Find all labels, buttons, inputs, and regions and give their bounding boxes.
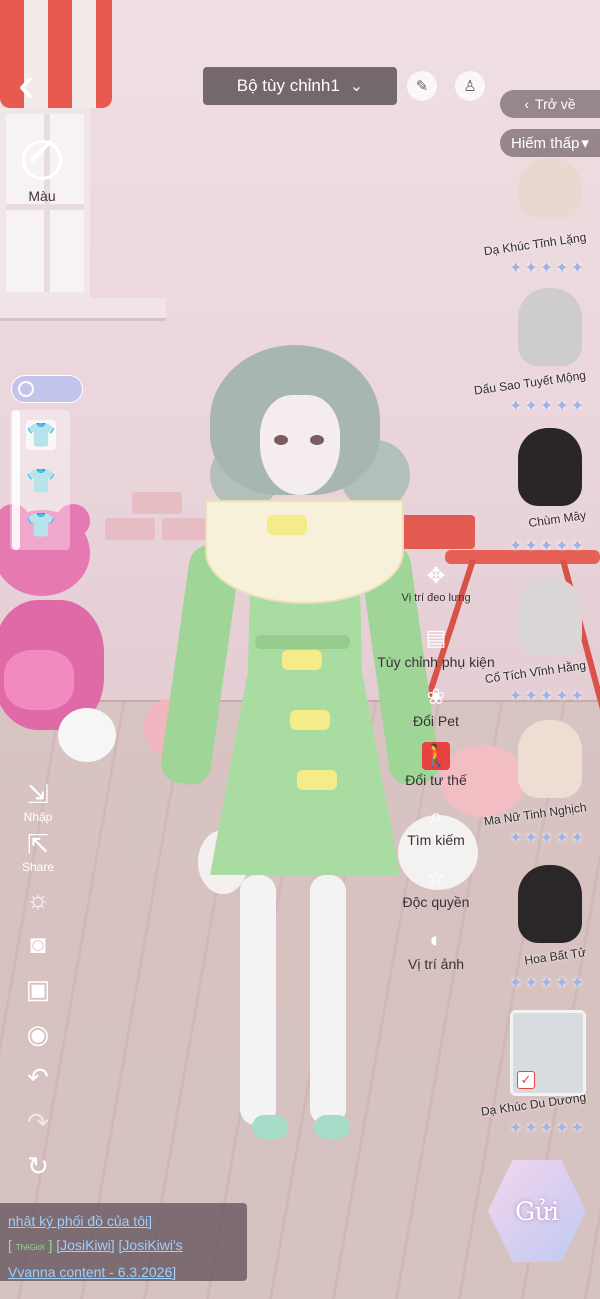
outfit-log-link[interactable]: nhật ký phối đồ của tôi] [8,1213,152,1229]
hair-item-name: Dạ Khúc Tĩnh Lặng [482,230,587,259]
accessory-icon: ▤ [425,625,447,650]
hair-thumbnail [518,720,582,798]
redo-icon: ↷ [27,1107,49,1137]
color-button[interactable]: Màu [15,140,69,220]
dress-button[interactable]: ♙ [455,71,485,101]
hair-item[interactable]: Dạ Khúc Tĩnh Lặng ✦✦✦✦✦ [470,150,600,290]
layer-track[interactable] [12,410,20,550]
paw-icon: ❀ [426,684,446,709]
layer-shirt-3-icon[interactable]: 👕 [26,510,56,540]
share-icon: ⇱ [27,829,49,859]
hair-item-name: Hoa Bất Tử [523,945,587,968]
content-link-start[interactable]: [JosiKiwi's [119,1237,183,1253]
color-label: Màu [28,188,56,204]
rarity-stars: ✦✦✦✦✦ [508,688,586,705]
chevron-left-icon: ‹ [524,96,530,112]
redo-button[interactable]: ↷ [18,1108,58,1136]
outfit-preset-label: Bộ tùy chỉnh1 [236,76,340,95]
pencil-icon: ✎ [415,78,429,95]
send-label: Gửi [514,1196,560,1226]
hair-item-name: Chùm Mây [527,508,587,531]
window-sill [0,298,166,321]
layer-shirt-2-icon[interactable]: 👕 [26,466,56,496]
hair-item-name: Ma Nữ Tinh Nghịch [482,800,587,829]
rarity-stars: ✦✦✦✦✦ [508,830,586,847]
photo-position-icon: ◐ [429,927,443,952]
checkmark-icon: ✓ [517,1071,535,1089]
reset-icon: ↻ [27,1151,49,1181]
rarity-stars: ✦✦✦✦✦ [508,975,586,992]
balloon [58,708,116,762]
search-icon [18,381,34,397]
hair-item-selected[interactable]: ✓ Dạ Khúc Du Dương ✦✦✦✦✦ [470,1010,600,1150]
search-icon: ⌕ [429,803,443,828]
hair-thumbnail [518,428,582,506]
user-link[interactable]: [JosiKiwi] [56,1237,114,1253]
display-setting-toggle[interactable] [11,375,83,403]
rarity-stars: ✦✦✦✦✦ [508,260,586,277]
share-button[interactable]: ⇱ Share [18,830,58,874]
back-button[interactable]: ‹ [18,59,58,112]
reset-button[interactable]: ↻ [18,1152,58,1180]
hair-thumbnail [518,578,582,656]
import-button[interactable]: ⇲ Nhập [18,780,58,824]
camera-icon: ◙ [30,929,46,959]
world-channel-badge: [ ThếGiới ] [8,1237,53,1253]
dress-icon: ♙ [463,78,477,95]
hair-item[interactable]: Dấu Sao Tuyết Mộng ✦✦✦✦✦ [470,288,600,428]
brightness-button[interactable]: ☼ [18,885,58,913]
hair-item[interactable]: Ma Nữ Tinh Nghịch ✦✦✦✦✦ [470,720,600,860]
hair-item[interactable]: Hoa Bất Tử ✦✦✦✦✦ [470,865,600,1005]
image-icon: ▣ [25,974,51,1004]
rarity-stars: ✦✦✦✦✦ [508,1120,586,1137]
rarity-stars: ✦✦✦✦✦ [508,398,586,415]
camera-button[interactable]: ◙ [18,930,58,958]
hair-thumbnail [518,288,582,366]
palette-icon [22,140,62,180]
hair-item-name: Cổ Tích Vĩnh Hằng [484,658,587,687]
hair-item-name: Dấu Sao Tuyết Mộng [473,368,587,398]
hair-item[interactable]: Cổ Tích Vĩnh Hằng ✦✦✦✦✦ [470,578,600,718]
brightness-icon: ☼ [26,884,50,914]
view-button[interactable]: ◉ [18,1020,58,1048]
back-accessory-icon: ✥ [426,563,446,588]
return-button[interactable]: ‹ Trở về [500,90,600,118]
content-link-end[interactable]: Vvanna content - 6.3.2026] [8,1264,176,1280]
rarity-filter-label: Hiếm thấp [511,134,580,152]
eye-icon: ◉ [26,1019,50,1049]
hair-item[interactable]: Chùm Mây ✦✦✦✦✦ [470,428,600,568]
chevron-down-icon: ⌄ [349,78,364,95]
hair-thumbnail: ✓ [510,1010,586,1096]
outfit-preset-select[interactable]: Bộ tùy chỉnh1 ⌄ [203,67,397,105]
edit-outfit-button[interactable]: ✎ [407,71,437,101]
return-label: Trở về [535,96,576,112]
undo-icon: ↶ [27,1062,49,1092]
chevron-left-icon: ‹ [18,56,35,112]
layer-shirt-1-icon[interactable]: 👕 [26,420,56,450]
hair-thumbnail [518,865,582,943]
share-label: Share [21,860,55,874]
rarity-stars: ✦✦✦✦✦ [508,538,586,555]
star-icon: ☆ [426,865,446,890]
undo-button[interactable]: ↶ [18,1063,58,1091]
hair-thumbnail [518,158,582,218]
import-icon: ⇲ [27,779,49,809]
pose-icon: 🚶 [422,742,450,770]
gallery-button[interactable]: ▣ [18,975,58,1003]
import-label: Nhập [23,810,53,824]
outfit-log-panel[interactable]: nhật ký phối đồ của tôi] [ ThếGiới ] [Jo… [0,1203,247,1281]
